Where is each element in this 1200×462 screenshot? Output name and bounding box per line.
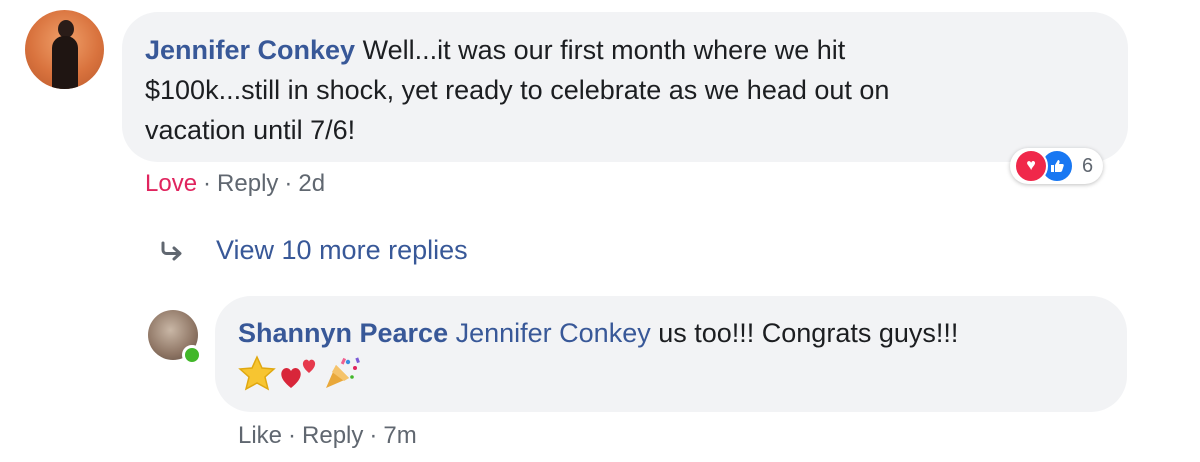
separator: · [284, 170, 293, 197]
hearts-emoji [281, 359, 316, 388]
separator: · [288, 422, 297, 449]
party-popper-emoji [326, 357, 360, 388]
avatar[interactable] [25, 10, 104, 89]
comment-body-line1: Well...it was our first month where we h… [355, 35, 846, 65]
love-button[interactable]: Love [145, 170, 197, 197]
comment-body-line2: $100k...still in shock, yet ready to cel… [145, 75, 890, 105]
reply-arrow-icon [161, 241, 182, 260]
reply-button[interactable]: Reply [217, 170, 278, 197]
reply-emojis [238, 355, 364, 391]
reply-actions: Like · Reply · 7m [238, 422, 417, 450]
reply-author-link[interactable]: Shannyn Pearce [238, 318, 448, 348]
view-more-replies-label: View 10 more replies [216, 235, 468, 265]
reactions-count: 6 [1082, 154, 1094, 177]
mention-link[interactable]: Jennifer Conkey [456, 318, 651, 348]
reactions-summary[interactable]: ♥ 6 [1010, 148, 1104, 184]
like-button[interactable]: Like [238, 422, 282, 449]
thumbs-up-icon [1051, 160, 1064, 172]
reply-body: us too!!! Congrats guys!!! [650, 318, 959, 348]
comment-text: Jennifer Conkey Well...it was our first … [145, 30, 1065, 150]
reply-button[interactable]: Reply [302, 422, 363, 449]
comment-author-link[interactable]: Jennifer Conkey [145, 35, 355, 65]
star-emoji [238, 355, 276, 391]
view-more-replies-link[interactable]: View 10 more replies [160, 235, 468, 266]
reply-text: Shannyn Pearce Jennifer Conkey us too!!!… [238, 314, 1118, 352]
separator: · [369, 422, 378, 449]
separator: · [203, 170, 212, 197]
comment-thread: Jennifer Conkey Well...it was our first … [0, 0, 1200, 462]
online-status-icon [182, 345, 202, 365]
love-icon: ♥ [1014, 149, 1048, 183]
timestamp[interactable]: 2d [298, 170, 325, 197]
timestamp[interactable]: 7m [383, 422, 416, 449]
avatar-figure-body [52, 36, 78, 89]
comment-body-line3: vacation until 7/6! [145, 115, 356, 145]
comment-actions: Love · Reply · 2d [145, 170, 325, 198]
